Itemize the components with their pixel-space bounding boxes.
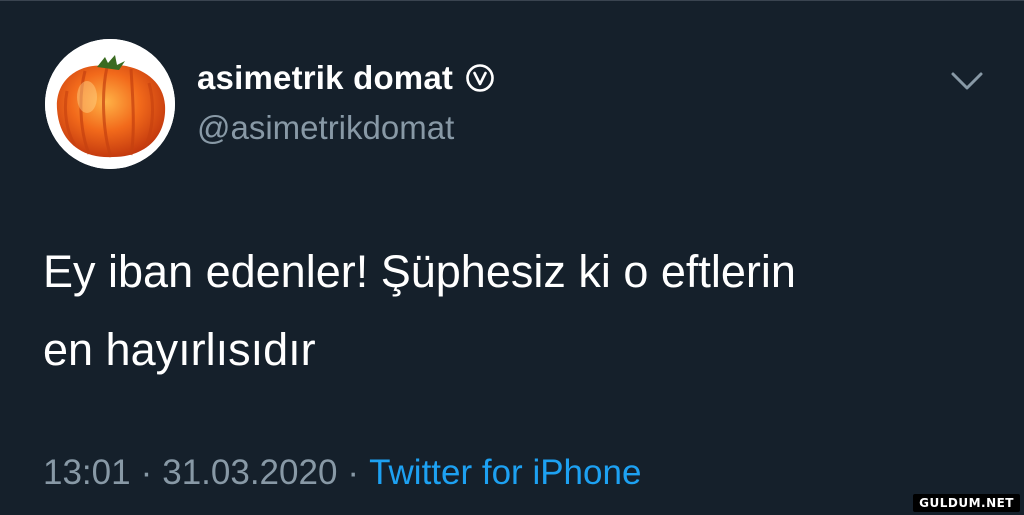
tomato-avatar-icon [45, 39, 175, 169]
user-handle[interactable]: @asimetrikdomat [197, 109, 454, 147]
verified-badge-icon [465, 63, 495, 93]
user-name-row[interactable]: asimetrik domat [197, 59, 495, 97]
tweet-text: Ey iban edenler! Şüphesiz ki o eftlerin … [43, 246, 796, 375]
tweet-source-link[interactable]: Twitter for iPhone [369, 453, 641, 492]
watermark: GULDUM.NET [913, 494, 1020, 512]
tweet-date[interactable]: 31.03.2020 [162, 453, 337, 492]
profile-avatar[interactable] [45, 39, 175, 169]
display-name[interactable]: asimetrik domat [197, 59, 453, 97]
meta-separator: · [347, 453, 360, 492]
tweet-meta: 13:01 · 31.03.2020 · Twitter for iPhone [43, 453, 641, 493]
chevron-down-icon[interactable] [948, 67, 986, 95]
tweet-time[interactable]: 13:01 [43, 453, 131, 492]
meta-separator: · [140, 453, 153, 492]
tweet-card: asimetrik domat @asimetrikdomat Ey iban … [0, 0, 1024, 515]
